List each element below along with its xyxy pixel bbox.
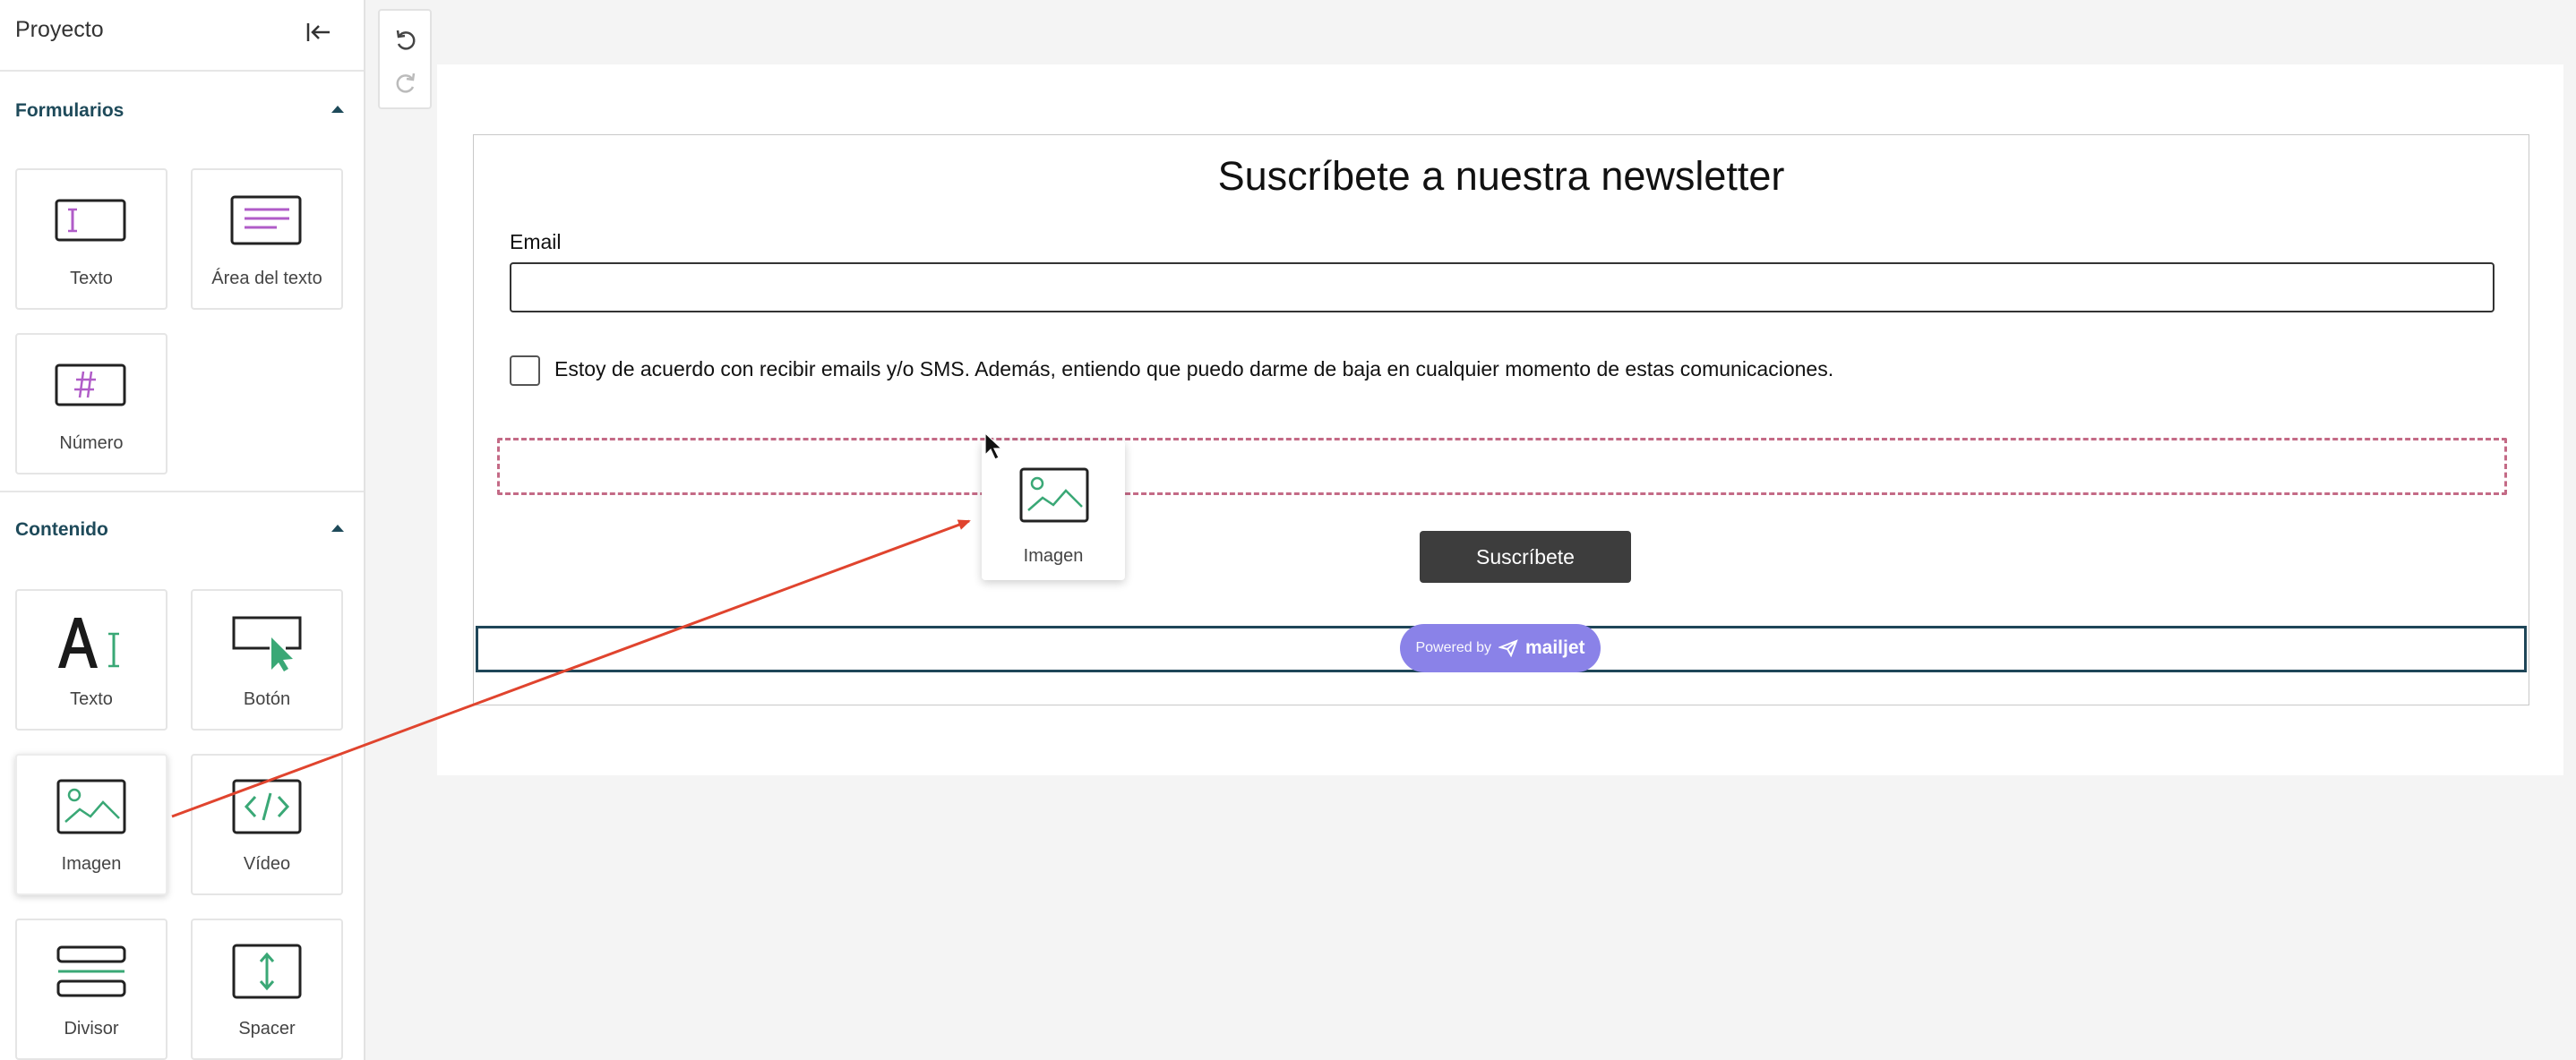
drag-ghost-label: Imagen (1023, 546, 1084, 566)
tile-label: Divisor (64, 1019, 119, 1039)
tile-label: Spacer (238, 1019, 296, 1039)
sidebar-header: Proyecto (0, 0, 364, 72)
sidebar: Proyecto Formularios Texto Área del text… (0, 0, 365, 1060)
tile-content-texto[interactable]: Texto (15, 589, 167, 731)
button-icon (232, 616, 302, 671)
drag-ghost-imagen: Imagen (982, 440, 1125, 580)
text-content-icon (58, 618, 119, 668)
tile-form-texto[interactable]: Texto (15, 168, 167, 310)
caret-up-icon (331, 525, 344, 532)
tile-content-video[interactable]: Vídeo (191, 754, 343, 895)
send-icon (1498, 639, 1518, 657)
history-toolbar (378, 9, 432, 109)
tile-label: Número (59, 433, 124, 453)
collapse-left-icon (306, 23, 330, 41)
tile-content-imagen[interactable]: Imagen (15, 754, 167, 895)
spacer-icon (232, 944, 302, 999)
undo-button[interactable] (389, 23, 423, 57)
tile-label: Botón (243, 689, 291, 709)
divider-icon (56, 945, 126, 997)
section-title-formularios: Formularios (15, 100, 125, 121)
tile-content-divisor[interactable]: Divisor (15, 919, 167, 1060)
undo-icon (396, 30, 416, 50)
tile-label: Imagen (61, 854, 122, 874)
image-icon (1019, 467, 1089, 523)
powered-by-badge[interactable]: Powered by mailjet (1400, 624, 1601, 672)
drop-zone[interactable] (497, 438, 2507, 495)
section-title-contenido: Contenido (15, 519, 108, 540)
tile-label: Vídeo (243, 854, 291, 874)
email-label: Email (510, 230, 562, 253)
tile-form-area-texto[interactable]: Área del texto (191, 168, 343, 310)
number-field-icon (55, 363, 126, 406)
brand-name: mailjet (1524, 637, 1585, 658)
sidebar-title: Proyecto (15, 17, 104, 42)
section-toggle-formularios[interactable]: Formularios (0, 73, 364, 145)
redo-icon (396, 73, 416, 93)
image-icon (56, 779, 126, 834)
tile-label: Texto (70, 269, 113, 288)
tile-label: Área del texto (211, 269, 322, 288)
powered-by-text: Powered by (1415, 640, 1491, 655)
email-input[interactable] (510, 262, 2494, 312)
caret-up-icon (331, 106, 344, 113)
tile-label: Texto (70, 689, 113, 709)
tile-form-numero[interactable]: Número (15, 333, 167, 474)
form-title[interactable]: Suscríbete a nuestra newsletter (474, 153, 2529, 200)
consent-text: Estoy de acuerdo con recibir emails y/o … (554, 357, 1834, 380)
tile-content-boton[interactable]: Botón (191, 589, 343, 731)
subscribe-button[interactable]: Suscríbete (1420, 531, 1631, 583)
consent-checkbox[interactable] (510, 355, 540, 386)
section-toggle-contenido[interactable]: Contenido (0, 492, 364, 564)
redo-button[interactable] (389, 66, 423, 100)
textarea-icon (230, 195, 302, 245)
collapse-sidebar-button[interactable] (301, 16, 337, 48)
text-field-icon (55, 199, 126, 242)
newsletter-form: Suscríbete a nuestra newsletter Email Es… (473, 134, 2529, 705)
tile-content-spacer[interactable]: Spacer (191, 919, 343, 1060)
video-icon (232, 779, 302, 834)
